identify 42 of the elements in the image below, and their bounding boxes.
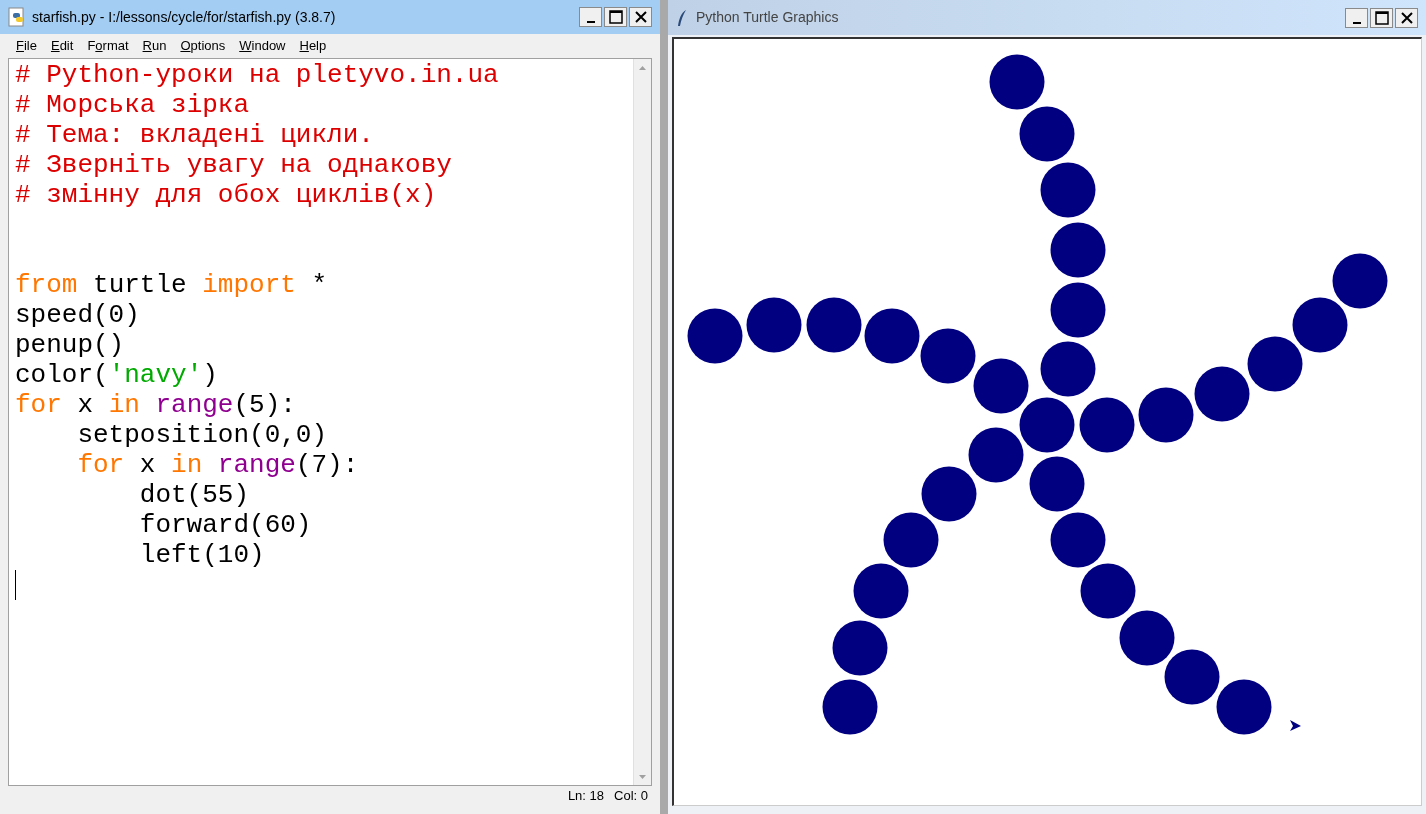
minimize-icon (1352, 21, 1361, 24)
code-line: from turtle import * (15, 270, 328, 300)
code-line: for x in range(7): (77, 450, 359, 480)
menu-item[interactable]: File (16, 36, 37, 56)
code-line: for x in range(5): (15, 390, 296, 420)
window-title: Python Turtle Graphics (696, 8, 840, 27)
window-title: starfish.py - I:/lessons/cycle/for/starfish.py (3.8.7) (32, 7, 337, 27)
column-indicator: Col: 0 (614, 787, 648, 806)
menu-item[interactable]: Edit (50, 36, 74, 56)
close-icon (1399, 10, 1414, 25)
code-line: dot(55) (139, 480, 250, 510)
minimize-button[interactable] (579, 7, 602, 27)
code-line: setposition(0,0) (77, 420, 328, 450)
line-indicator: Ln: 18 (567, 787, 605, 806)
maximize-icon (608, 10, 623, 24)
close-button[interactable] (1395, 7, 1418, 28)
menu-item[interactable]: Run (142, 36, 167, 56)
turtle-arrow-icon (1290, 720, 1301, 731)
code-line: color('navy') (15, 360, 218, 390)
code-line: # Морська зірка (15, 90, 250, 120)
maximize-button[interactable] (1370, 7, 1393, 28)
code-line: penup() (15, 330, 125, 360)
code-line: forward(60) (139, 510, 312, 540)
minimize-icon (586, 21, 595, 23)
text-cursor (15, 570, 16, 600)
maximize-icon (1374, 10, 1389, 25)
code-line: # Python-уроки на pletyvo.in.ua (15, 60, 499, 90)
close-icon (633, 10, 648, 24)
feather-icon (676, 8, 688, 27)
menu-item[interactable]: Format (87, 36, 129, 56)
python-file-icon (8, 7, 26, 27)
menu-item[interactable]: Options (180, 36, 226, 56)
maximize-button[interactable] (604, 7, 627, 27)
code-line: # Тема: вкладені цикли. (15, 120, 374, 150)
code-line: speed(0) (15, 300, 140, 330)
close-button[interactable] (629, 7, 652, 27)
code-line: # змінну для обох циклів(x) (15, 180, 437, 210)
code-line: # Зверніть увагу на однакову (15, 150, 452, 180)
minimize-button[interactable] (1345, 7, 1368, 28)
code-line: left(10) (139, 540, 265, 570)
menu-item[interactable]: Help (299, 36, 327, 56)
menu-item[interactable]: Window (239, 36, 286, 56)
